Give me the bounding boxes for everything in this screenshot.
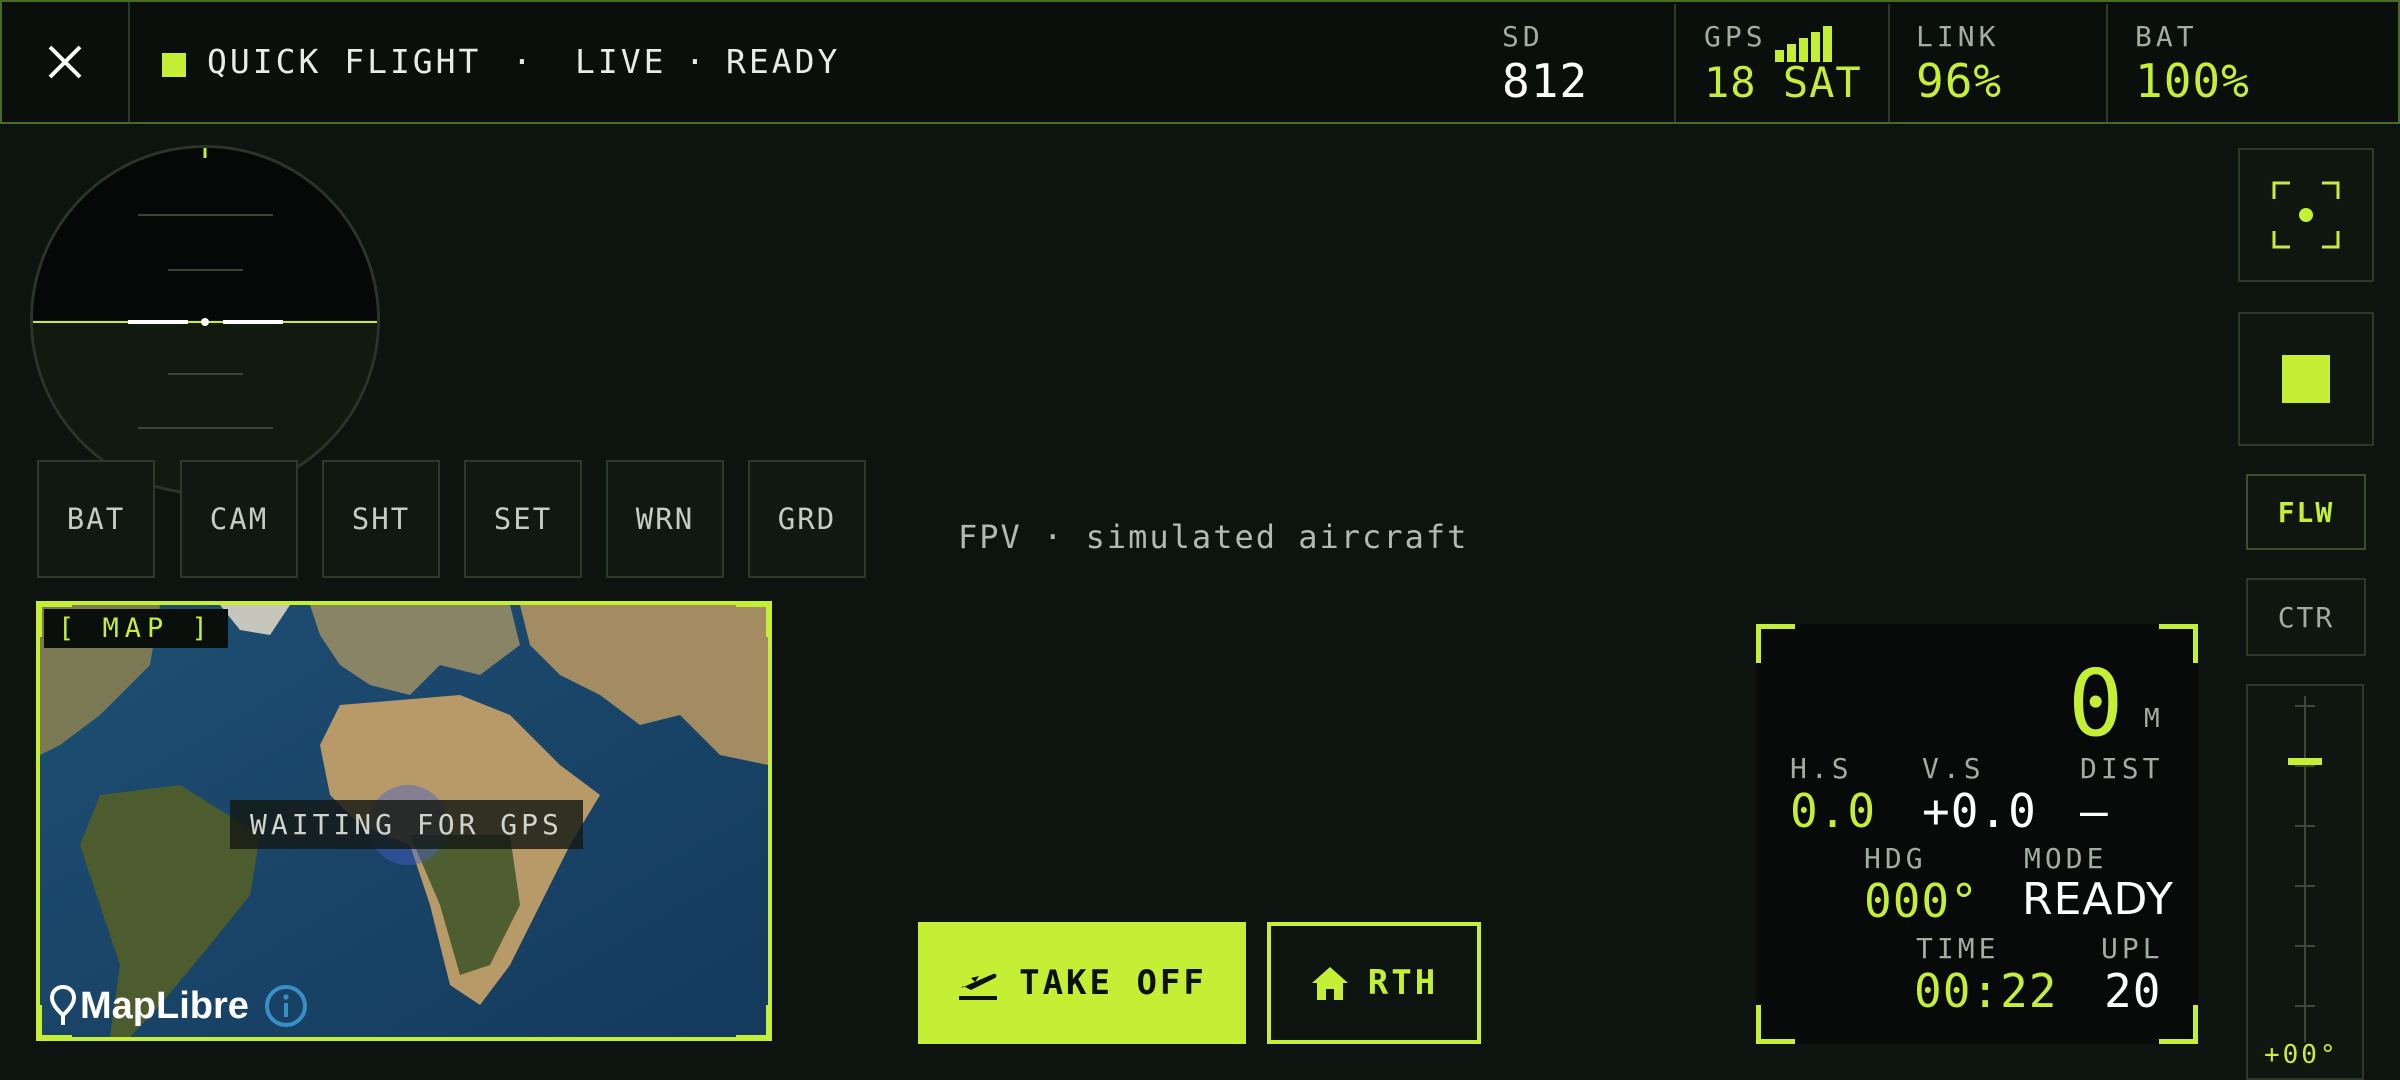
home-icon: [1311, 967, 1348, 1000]
close-icon: [48, 45, 82, 79]
info-icon[interactable]: [263, 983, 309, 1029]
artificial-horizon: [30, 145, 380, 495]
minimap[interactable]: [ MAP ] WAITING FOR GPS MapLibre: [36, 601, 772, 1041]
uplink-value: 20: [2104, 964, 2162, 1018]
gimbal-pitch-gauge[interactable]: +00°: [2246, 684, 2364, 1080]
live-status: LIVE: [575, 42, 667, 81]
vs-value: +0.0: [1922, 784, 2037, 838]
shutter-panel-button[interactable]: SHT: [322, 460, 440, 578]
heading-value: 000°: [1864, 874, 1979, 928]
dist-value: —: [2080, 784, 2109, 838]
gps-label: GPS: [1704, 20, 1767, 53]
separator: ·: [512, 42, 535, 81]
signal-bars-icon: [1775, 24, 1845, 62]
rth-label: RTH: [1367, 963, 1439, 1003]
vs-label: V.S: [1922, 752, 1985, 785]
telemetry-panel: 0 M H.S V.S DIST 0.0 +0.0 — HDG MODE 000…: [1756, 624, 2198, 1044]
maplibre-attribution[interactable]: MapLibre: [50, 983, 309, 1029]
takeoff-label: TAKE OFF: [1019, 963, 1207, 1003]
mode-label: MODE: [2024, 842, 2108, 875]
follow-mode-button[interactable]: FLW: [2246, 474, 2366, 550]
mode-indicator: [162, 53, 186, 77]
link-label: LINK: [1916, 20, 2000, 53]
altitude-value: 0: [2068, 650, 2125, 757]
uplink-label: UPL: [2101, 932, 2164, 965]
gimbal-readout: +00°: [2264, 1040, 2339, 1070]
return-to-home-button[interactable]: RTH: [1267, 922, 1481, 1044]
time-label: TIME: [1916, 932, 2000, 965]
separator: ·: [685, 42, 708, 81]
heading-label: HDG: [1864, 842, 1927, 875]
hs-value: 0.0: [1790, 784, 1877, 838]
link-value: 96%: [1916, 54, 2003, 108]
altitude-unit: M: [2144, 704, 2164, 734]
fpv-placeholder-text: FPV · simulated aircraft: [958, 518, 1469, 556]
flight-mode-title: QUICK FLIGHT: [207, 42, 482, 81]
record-stop-button[interactable]: [2238, 312, 2374, 446]
battery-label: BAT: [2135, 20, 2198, 53]
sd-label: SD: [1502, 20, 1544, 53]
gps-status-banner: WAITING FOR GPS: [230, 800, 583, 849]
top-status-bar: QUICK FLIGHT · LIVE · READY SD 812 GPS 1…: [0, 0, 2400, 124]
hs-label: H.S: [1790, 752, 1853, 785]
camera-panel-button[interactable]: CAM: [180, 460, 298, 578]
stop-icon: [2282, 355, 2330, 403]
center-button[interactable]: CTR: [2246, 578, 2366, 656]
dist-label: DIST: [2080, 752, 2164, 785]
ready-status: READY: [726, 42, 841, 81]
takeoff-icon: [959, 973, 998, 1000]
center-label: CTR: [2277, 600, 2335, 634]
takeoff-button[interactable]: TAKE OFF: [918, 922, 1246, 1044]
grid-panel-button[interactable]: GRD: [748, 460, 866, 578]
warnings-panel-button[interactable]: WRN: [606, 460, 724, 578]
focus-button[interactable]: [2238, 148, 2374, 282]
gps-value: 18 SAT: [1704, 58, 1862, 107]
flight-time-value: 00:22: [1914, 964, 2058, 1018]
maplibre-label: MapLibre: [80, 984, 249, 1027]
close-button[interactable]: [2, 2, 130, 122]
focus-frame-icon: [2272, 181, 2340, 249]
battery-panel-button[interactable]: BAT: [37, 460, 155, 578]
follow-label: FLW: [2277, 495, 2335, 529]
sd-value: 812: [1502, 54, 1589, 108]
mode-value: READY: [2022, 874, 2174, 925]
settings-panel-button[interactable]: SET: [464, 460, 582, 578]
battery-value: 100%: [2135, 54, 2250, 108]
